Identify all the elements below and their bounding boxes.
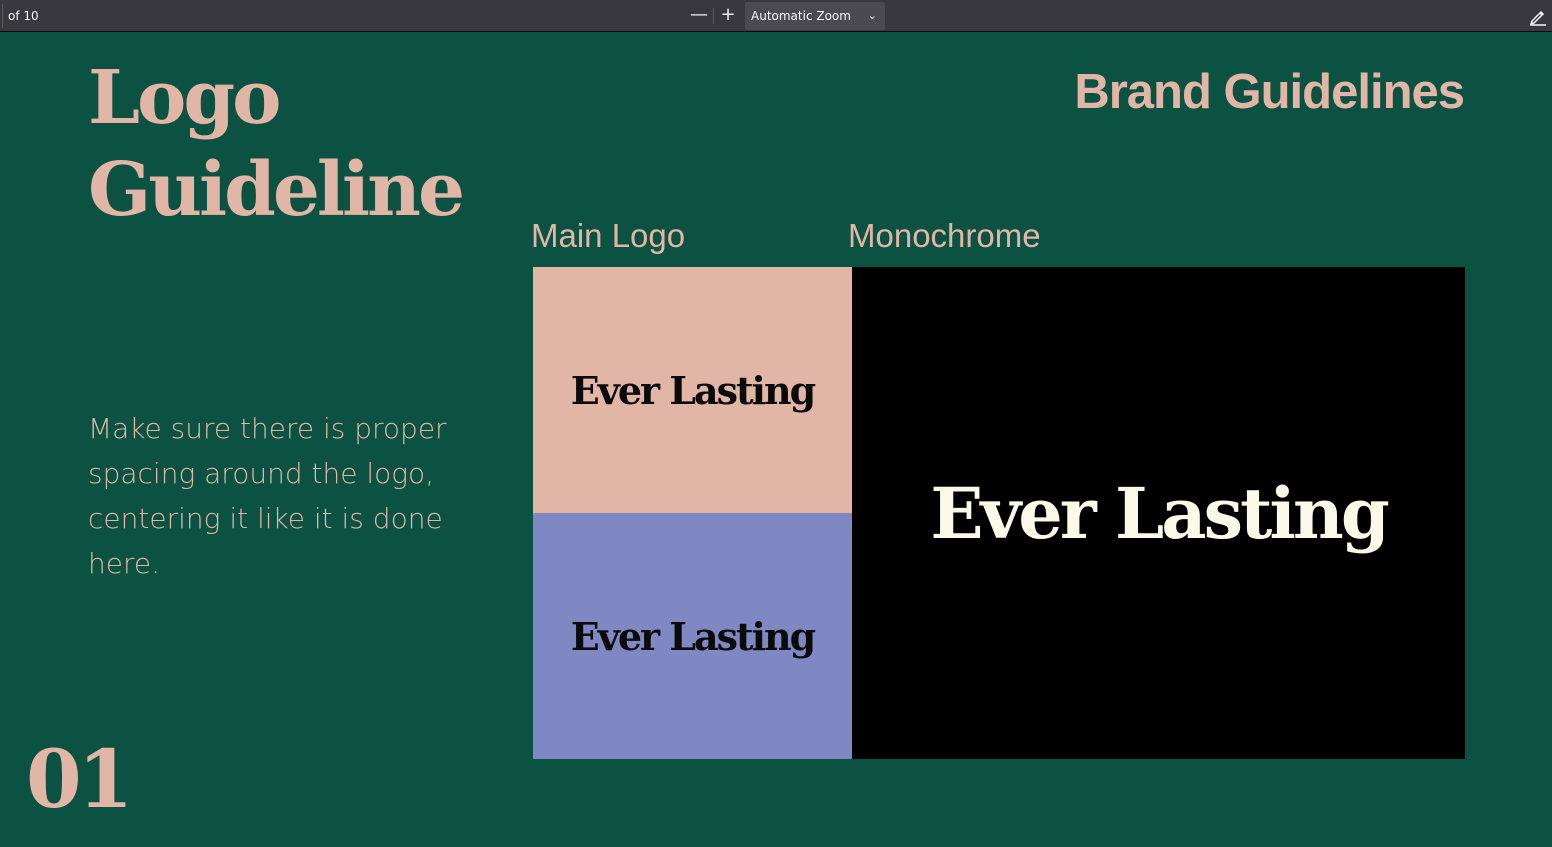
title-line-logo: Logo xyxy=(88,55,282,141)
logo-panel-blue: Ever Lasting xyxy=(533,513,852,759)
main-logo-label: Main Logo xyxy=(531,217,686,254)
logo-panel-monochrome: Ever Lasting xyxy=(852,267,1465,759)
logo-wordmark-monochrome: Ever Lasting xyxy=(930,471,1390,555)
page-number: 01 xyxy=(26,732,133,826)
zoom-select-value: Automatic Zoom xyxy=(751,9,851,23)
zoom-out-button[interactable]: — xyxy=(687,4,711,28)
logo-wordmark: Ever Lasting xyxy=(570,613,816,659)
page-title: Logo Guideline xyxy=(88,52,465,236)
chevron-down-icon: ⌄ xyxy=(867,9,877,22)
monochrome-label: Monochrome xyxy=(848,217,1041,254)
logo-wordmark: Ever Lasting xyxy=(570,367,816,413)
slide-page: Logo Guideline Brand Guidelines Main Log… xyxy=(0,32,1552,847)
page-count: of 10 xyxy=(2,4,39,28)
editor-draw-button[interactable] xyxy=(1526,4,1550,28)
pen-icon xyxy=(1529,10,1546,26)
plus-icon: + xyxy=(720,4,736,25)
toolbar-divider xyxy=(713,8,714,24)
zoom-select[interactable]: Automatic Zoom ⌄ xyxy=(745,2,885,30)
description-text: Make sure there is proper spacing around… xyxy=(88,412,447,580)
zoom-in-button[interactable]: + xyxy=(716,4,740,28)
pdf-toolbar: of 10 — + Automatic Zoom ⌄ xyxy=(0,0,1552,32)
title-line-guideline: Guideline xyxy=(88,147,465,233)
logo-panel-pink: Ever Lasting xyxy=(533,267,852,513)
brand-guidelines-heading: Brand Guidelines xyxy=(1074,65,1465,119)
minus-icon: — xyxy=(690,4,708,25)
